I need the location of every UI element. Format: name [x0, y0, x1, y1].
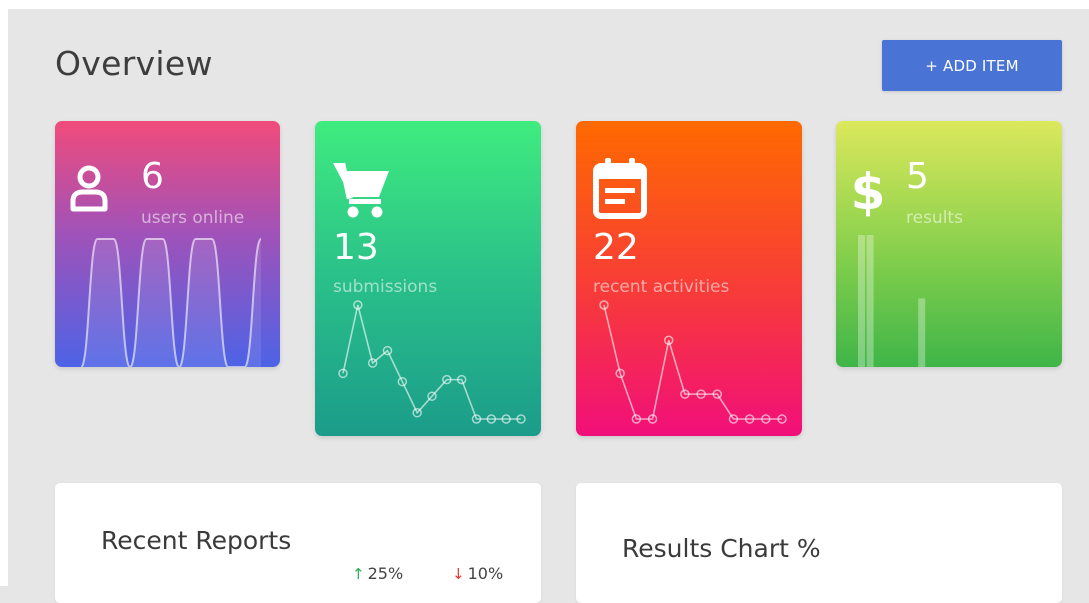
recent-reports-title: Recent Reports [101, 526, 292, 555]
sparkline-line [342, 304, 521, 420]
stat-card-recent-activities[interactable]: 22 recent activities [576, 121, 802, 436]
arrow-up-icon: ↑ [352, 565, 365, 583]
trend-up-value: 25% [367, 564, 404, 583]
sparkline-line [603, 304, 782, 420]
results-chart-panel: Results Chart % [576, 483, 1062, 603]
submissions-sparkline [338, 300, 526, 424]
window-left-edge [0, 0, 8, 586]
add-item-button[interactable]: + ADD ITEM [882, 40, 1062, 91]
users-online-sparkline [80, 238, 262, 367]
stat-card-results[interactable]: $ 5 results [836, 121, 1062, 367]
trend-down-value: 10% [467, 564, 504, 583]
sparkline-bar [866, 235, 874, 367]
trend-down-indicator: ↓ 10% [452, 564, 503, 583]
page-title: Overview [55, 44, 213, 83]
results-sparkline [858, 235, 926, 367]
arrow-down-icon: ↓ [452, 565, 465, 583]
results-chart-title: Results Chart % [622, 534, 821, 563]
sparkline-bar [858, 235, 865, 367]
trend-up-indicator: ↑ 25% [352, 564, 403, 583]
stat-card-submissions[interactable]: 13 submissions [315, 121, 541, 436]
recent-activities-sparkline [599, 300, 787, 424]
recent-reports-panel: Recent Reports ↑ 25% ↓ 10% [55, 483, 541, 603]
window-top-edge [0, 0, 1089, 9]
sparkline-bar [918, 298, 926, 367]
stat-card-users-online[interactable]: 6 users online [55, 121, 280, 367]
